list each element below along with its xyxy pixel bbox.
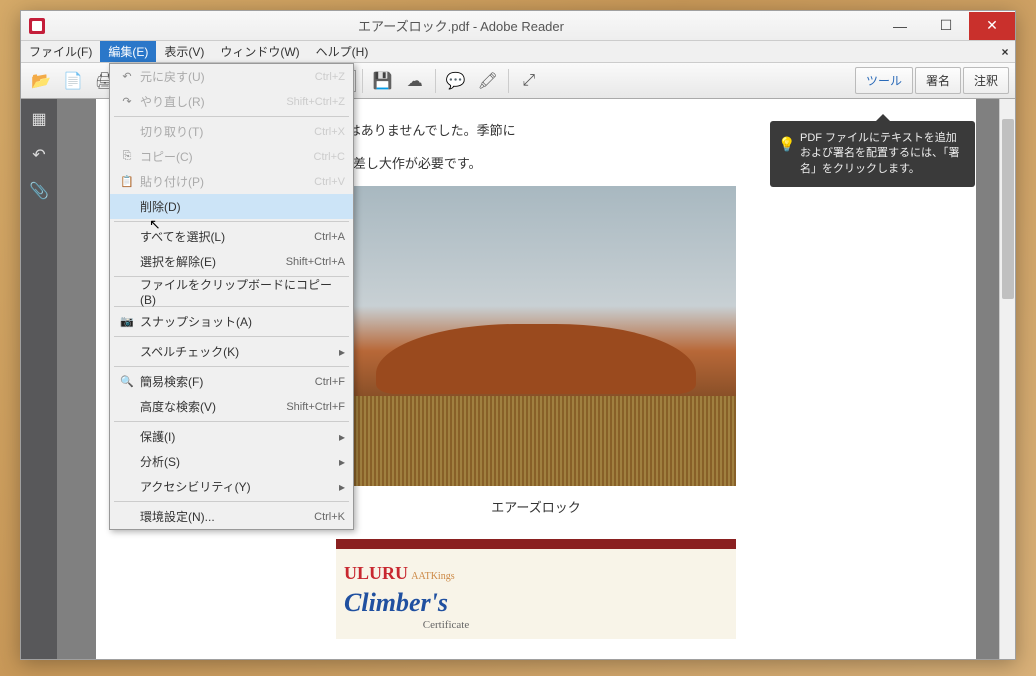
tools-panel-button[interactable]: ツール bbox=[855, 67, 913, 94]
save-floppy-button[interactable]: 💾 bbox=[369, 67, 397, 95]
menu-paste[interactable]: 📋貼り付け(P)Ctrl+V bbox=[110, 169, 353, 194]
save-button[interactable]: 📄 bbox=[59, 67, 87, 95]
menu-window[interactable]: ウィンドウ(W) bbox=[212, 41, 307, 62]
menu-copy-to-clipboard[interactable]: ファイルをクリップボードにコピー(B) bbox=[110, 279, 353, 304]
separator bbox=[362, 69, 363, 93]
fullscreen-button[interactable]: ⤢ bbox=[515, 67, 543, 95]
comment-panel-button[interactable]: 注釈 bbox=[963, 67, 1009, 94]
menu-preferences[interactable]: 環境設定(N)...Ctrl+K bbox=[110, 504, 353, 529]
vertical-scrollbar[interactable] bbox=[999, 99, 1015, 659]
menu-file[interactable]: ファイル(F) bbox=[21, 41, 100, 62]
copy-icon: ⎘ bbox=[118, 150, 136, 163]
camera-icon: 📷 bbox=[118, 315, 136, 328]
cert-climbers-text: Climber's bbox=[344, 590, 548, 616]
thumbnails-icon[interactable]: ▦ bbox=[27, 107, 51, 131]
app-icon bbox=[29, 18, 45, 34]
menu-protect[interactable]: 保護(I)▸ bbox=[110, 424, 353, 449]
menu-deselect[interactable]: 選択を解除(E)Shift+Ctrl+A bbox=[110, 249, 353, 274]
menu-help[interactable]: ヘルプ(H) bbox=[308, 41, 377, 62]
comment-bubble-button[interactable]: 💬 bbox=[442, 67, 470, 95]
search-icon: 🔍 bbox=[118, 375, 136, 388]
submenu-arrow-icon: ▸ bbox=[339, 345, 345, 359]
window-title: エアーズロック.pdf - Adobe Reader bbox=[45, 16, 877, 35]
cert-right-text bbox=[556, 549, 736, 639]
undo-icon: ↶ bbox=[118, 70, 136, 83]
scrollbar-thumb[interactable] bbox=[1002, 119, 1014, 299]
menu-view[interactable]: 表示(V) bbox=[156, 41, 212, 62]
photo-certificate: ULURU AATKings Climber's Certificate bbox=[336, 539, 736, 639]
edit-menu-dropdown: ↶元に戻す(U)Ctrl+Z ↷やり直し(R)Shift+Ctrl+Z 切り取り… bbox=[109, 63, 354, 530]
menu-separator bbox=[114, 221, 349, 222]
separator bbox=[508, 69, 509, 93]
menu-undo[interactable]: ↶元に戻す(U)Ctrl+Z bbox=[110, 64, 353, 89]
tooltip-arrow-icon bbox=[876, 114, 890, 121]
cert-uluru-text: ULURU bbox=[344, 563, 408, 583]
menu-separator bbox=[114, 501, 349, 502]
menu-delete[interactable]: 削除(D) bbox=[110, 194, 353, 219]
menu-separator bbox=[114, 366, 349, 367]
menu-redo[interactable]: ↷やり直し(R)Shift+Ctrl+Z bbox=[110, 89, 353, 114]
maximize-button[interactable]: ☐ bbox=[923, 12, 969, 40]
attachments-icon[interactable]: 📎 bbox=[27, 179, 51, 203]
menu-edit[interactable]: 編集(E) bbox=[100, 41, 156, 62]
menu-advanced-find[interactable]: 高度な検索(V)Shift+Ctrl+F bbox=[110, 394, 353, 419]
menu-separator bbox=[114, 421, 349, 422]
menu-accessibility[interactable]: アクセシビリティ(Y)▸ bbox=[110, 474, 353, 499]
cert-aat-text: AATKings bbox=[411, 571, 454, 582]
photo-uluru bbox=[336, 186, 736, 486]
menubar: ファイル(F) 編集(E) 表示(V) ウィンドウ(W) ヘルプ(H) × bbox=[21, 41, 1015, 63]
tooltip-text: PDF ファイルにテキストを追加および署名を配置するには、「署名」をクリックしま… bbox=[800, 132, 960, 175]
app-window: エアーズロック.pdf - Adobe Reader — ☐ ✕ ファイル(F)… bbox=[20, 10, 1016, 660]
open-button[interactable]: 📂 bbox=[27, 67, 55, 95]
menu-separator bbox=[114, 336, 349, 337]
redo-icon: ↷ bbox=[118, 95, 136, 108]
menu-cut[interactable]: 切り取り(T)Ctrl+X bbox=[110, 119, 353, 144]
menu-find[interactable]: 🔍簡易検索(F)Ctrl+F bbox=[110, 369, 353, 394]
paste-icon: 📋 bbox=[118, 175, 136, 188]
menu-spellcheck[interactable]: スペルチェック(K)▸ bbox=[110, 339, 353, 364]
submenu-arrow-icon: ▸ bbox=[339, 455, 345, 469]
menu-select-all[interactable]: すべてを選択(L)Ctrl+A bbox=[110, 224, 353, 249]
undo-nav-icon[interactable]: ↶ bbox=[27, 143, 51, 167]
submenu-arrow-icon: ▸ bbox=[339, 480, 345, 494]
highlight-button[interactable]: 🖍 bbox=[474, 67, 502, 95]
menu-copy[interactable]: ⎘コピー(C)Ctrl+C bbox=[110, 144, 353, 169]
menu-snapshot[interactable]: 📷スナップショット(A) bbox=[110, 309, 353, 334]
sign-panel-button[interactable]: 署名 bbox=[915, 67, 961, 94]
menu-analyze[interactable]: 分析(S)▸ bbox=[110, 449, 353, 474]
separator bbox=[435, 69, 436, 93]
submenu-arrow-icon: ▸ bbox=[339, 430, 345, 444]
sign-tooltip: PDF ファイルにテキストを追加および署名を配置するには、「署名」をクリックしま… bbox=[770, 121, 975, 187]
convert-button[interactable]: ☁ bbox=[401, 67, 429, 95]
menu-separator bbox=[114, 116, 349, 117]
nav-sidebar: ▦ ↶ 📎 bbox=[21, 99, 57, 659]
cert-certificate-text: Certificate bbox=[344, 616, 548, 636]
menubar-close-button[interactable]: × bbox=[999, 41, 1015, 62]
minimize-button[interactable]: — bbox=[877, 12, 923, 40]
titlebar: エアーズロック.pdf - Adobe Reader — ☐ ✕ bbox=[21, 11, 1015, 41]
close-button[interactable]: ✕ bbox=[969, 12, 1015, 40]
